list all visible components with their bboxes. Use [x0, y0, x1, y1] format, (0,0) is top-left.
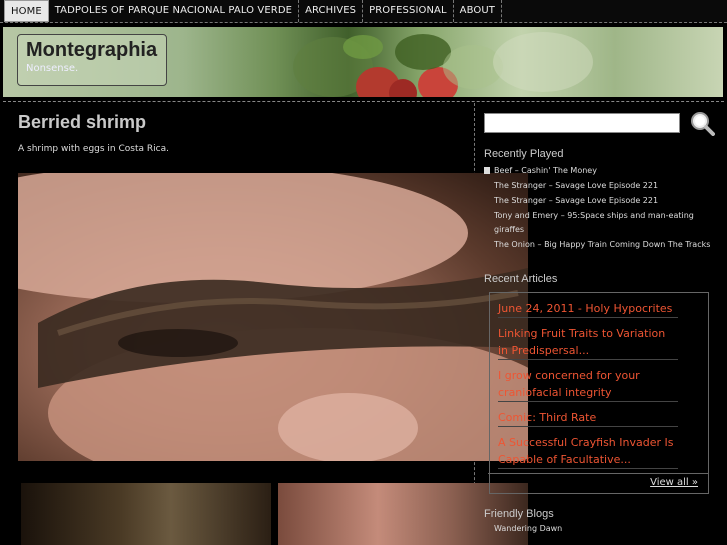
view-all-link[interactable]: View all »: [650, 477, 698, 488]
recently-played-item[interactable]: Beef – Cashin' The Money: [494, 164, 714, 178]
post-title[interactable]: Berried shrimp: [18, 112, 146, 133]
site-header: Montegraphia Nonsense.: [3, 27, 723, 97]
recently-played-heading: Recently Played: [484, 148, 564, 160]
nav-archives[interactable]: ARCHIVES: [299, 0, 364, 22]
header-berries-image: [293, 32, 593, 97]
search-button[interactable]: [689, 110, 715, 136]
magnifier-icon: [691, 112, 715, 136]
recent-article-link[interactable]: Linking Fruit Traits to Variation in Pre…: [498, 325, 678, 360]
top-nav: HOME TADPOLES OF PARQUE NACIONAL PALO VE…: [0, 0, 727, 23]
recently-played-item[interactable]: The Onion – Big Happy Train Coming Down …: [494, 238, 714, 252]
thumbnail-1[interactable]: [21, 483, 271, 545]
search-input[interactable]: [484, 113, 680, 133]
logo-box[interactable]: Montegraphia Nonsense.: [17, 34, 167, 86]
recently-played-item[interactable]: The Stranger – Savage Love Episode 221: [494, 194, 714, 208]
recently-played-item[interactable]: Tony and Emery – 95:Space ships and man-…: [494, 209, 714, 236]
recent-article-link[interactable]: Comic: Third Rate: [498, 409, 678, 427]
recent-articles-heading: Recent Articles: [484, 273, 558, 285]
nav-professional[interactable]: PROFESSIONAL: [363, 0, 454, 22]
recent-article-link[interactable]: June 24, 2011 - Holy Hypocrites: [498, 300, 678, 318]
header-divider: [3, 101, 724, 102]
friendly-blog-link[interactable]: Wandering Dawn: [494, 524, 562, 533]
nav-about[interactable]: ABOUT: [454, 0, 502, 22]
recent-article-link[interactable]: I grow concerned for your craniofacial i…: [498, 367, 678, 402]
site-tagline: Nonsense.: [26, 63, 79, 74]
site-title[interactable]: Montegraphia: [26, 39, 166, 62]
shrimp-photo[interactable]: [18, 173, 528, 461]
nav-tadpoles[interactable]: TADPOLES OF PARQUE NACIONAL PALO VERDE: [49, 0, 300, 22]
recent-articles-box: June 24, 2011 - Holy Hypocrites Linking …: [488, 292, 709, 494]
recently-played-list: Beef – Cashin' The Money The Stranger – …: [494, 164, 714, 253]
recently-played-item[interactable]: The Stranger – Savage Love Episode 221: [494, 179, 714, 193]
friendly-blogs-heading: Friendly Blogs: [484, 508, 554, 520]
view-all-row: View all »: [488, 473, 708, 493]
nav-home[interactable]: HOME: [4, 0, 49, 22]
recent-article-link[interactable]: A Successful Crayfish Invader Is Capable…: [498, 434, 678, 469]
post-description: A shrimp with eggs in Costa Rica.: [18, 144, 169, 154]
